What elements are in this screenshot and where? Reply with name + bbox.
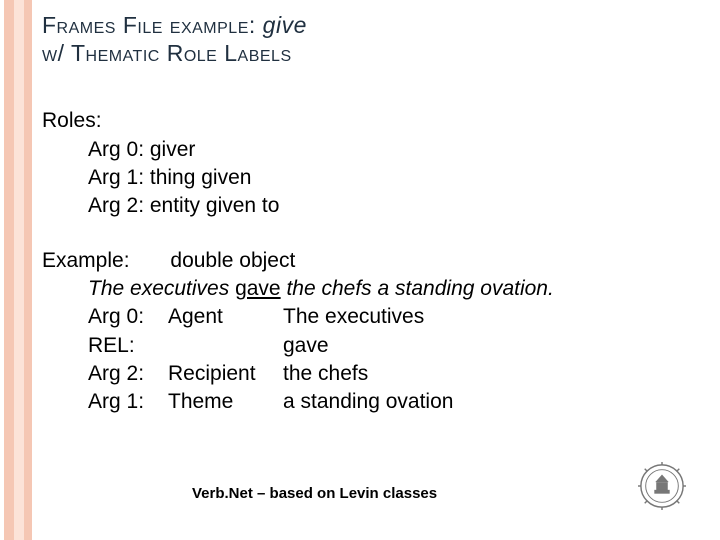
- arg-role: Recipient: [168, 360, 283, 388]
- footer-note: Verb.Net – based on Levin classes: [192, 485, 437, 502]
- title-part1: Frames File example:: [42, 12, 256, 38]
- slide-title: Frames File example: give w/ Thematic Ro…: [42, 12, 708, 67]
- arg-row: Arg 0: Agent The executives: [42, 303, 708, 331]
- content: Roles: Arg 0: giver Arg 1: thing given A…: [42, 107, 708, 416]
- arg-row: Arg 2: Recipient the chefs: [42, 360, 708, 388]
- sentence-post: the chefs a standing ovation.: [281, 277, 554, 300]
- example-subtype: double object: [170, 249, 295, 272]
- accent-stripe: [4, 0, 14, 540]
- arg-label: Arg 2:: [88, 360, 168, 388]
- arg-role: [168, 332, 283, 360]
- role-item: Arg 1: thing given: [42, 164, 708, 192]
- example-heading: Example:: [42, 249, 130, 272]
- arg-span: The executives: [283, 303, 424, 331]
- arg-label: Arg 0:: [88, 303, 168, 331]
- arg-span: gave: [283, 332, 329, 360]
- arg-label: REL:: [88, 332, 168, 360]
- roles-block: Roles: Arg 0: giver Arg 1: thing given A…: [42, 107, 708, 220]
- arg-row: REL: gave: [42, 332, 708, 360]
- example-heading-line: Example: double object: [42, 247, 708, 275]
- seal-icon: [638, 462, 686, 510]
- arg-span: a standing ovation: [283, 388, 453, 416]
- example-block: Example: double object The executives ga…: [42, 247, 708, 417]
- arg-span: the chefs: [283, 360, 368, 388]
- role-item: Arg 0: giver: [42, 136, 708, 164]
- sentence-pre: The executives: [88, 277, 235, 300]
- example-sentence: The executives gave the chefs a standing…: [42, 275, 708, 303]
- sentence-verb: gave: [235, 277, 281, 300]
- slide-body: Frames File example: give w/ Thematic Ro…: [42, 12, 708, 528]
- arg-label: Arg 1:: [88, 388, 168, 416]
- arg-role: Agent: [168, 303, 283, 331]
- accent-stripe: [14, 0, 24, 540]
- arg-row: Arg 1: Theme a standing ovation: [42, 388, 708, 416]
- title-verb: give: [263, 12, 307, 38]
- arg-role: Theme: [168, 388, 283, 416]
- roles-heading: Roles:: [42, 107, 708, 135]
- accent-stripe: [24, 0, 32, 540]
- title-part2: w/ Thematic Role Labels: [42, 40, 292, 66]
- role-item: Arg 2: entity given to: [42, 192, 708, 220]
